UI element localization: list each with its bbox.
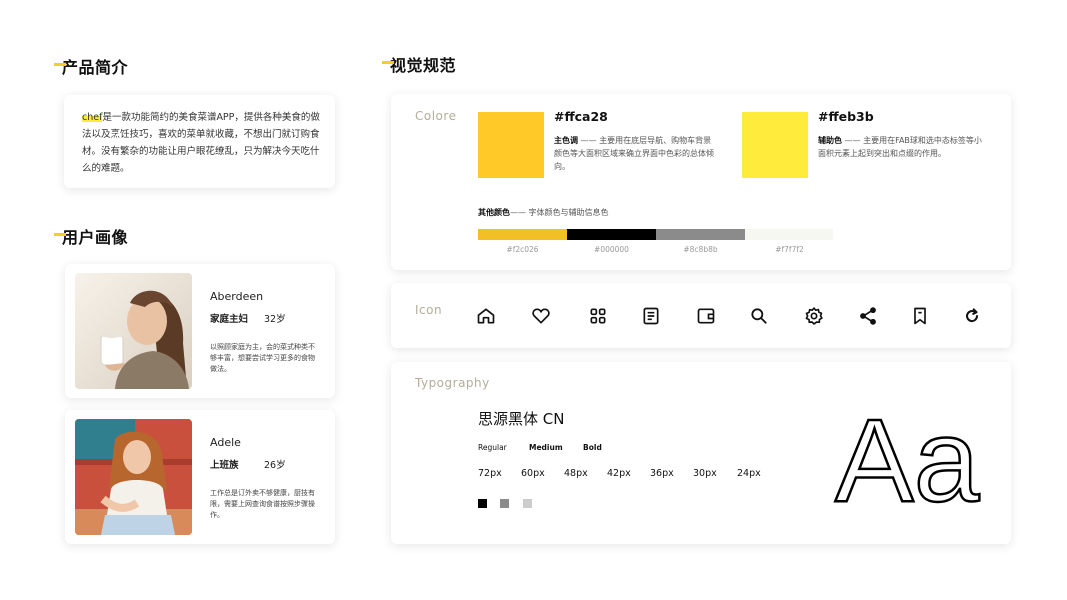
brand-highlight: chef: [82, 112, 103, 123]
user-name: Adele: [210, 436, 241, 449]
typeface-sample: Aa: [834, 406, 981, 506]
font-size-label: 42px: [607, 468, 631, 479]
user-role: 上班族: [210, 460, 239, 471]
color-bar-label: #f7f7f2: [775, 245, 804, 254]
font-size-label: 36px: [650, 468, 674, 479]
font-size-label: 48px: [564, 468, 588, 479]
typography-label: Typography: [415, 376, 490, 390]
wallet-icon[interactable]: [696, 306, 716, 326]
color-label: Colore: [415, 109, 457, 123]
user-role: 家庭主妇: [210, 314, 249, 325]
search-icon[interactable]: [749, 306, 769, 326]
heart-icon[interactable]: [531, 306, 551, 326]
bookmark-icon[interactable]: [910, 306, 930, 326]
text-color-dot-black: [478, 499, 487, 508]
title-accent-mark: [54, 233, 66, 236]
color-bar-gold: [478, 229, 567, 240]
user-name: Aberdeen: [210, 290, 264, 303]
font-size-label: 30px: [693, 468, 717, 479]
product-intro-title: 产品简介: [54, 54, 128, 78]
font-weight-bold: Bold: [583, 443, 602, 452]
color-spec-card: Colore #ffca28 主色调 —— 主要用在底层导航、购物车背景颜色等大…: [391, 94, 1011, 270]
text-color-dot-grey: [500, 499, 509, 508]
font-weight-regular: Regular: [478, 443, 507, 452]
color-bar-grey: [656, 229, 745, 240]
product-intro-card: chef是一款功能简约的美食菜谱APP，提供各种美食的做法以及烹饪技巧，喜欢的菜…: [64, 95, 335, 188]
gear-icon[interactable]: [804, 306, 824, 326]
secondary-color-hex: #ffeb3b: [818, 109, 874, 124]
secondary-color-swatch: [742, 112, 808, 178]
font-weight-medium: Medium: [529, 443, 563, 452]
home-icon[interactable]: [476, 306, 496, 326]
title-accent-mark: [54, 63, 66, 66]
user-persona-title: 用户画像: [54, 224, 128, 248]
font-size-label: 24px: [737, 468, 761, 479]
product-intro-text: chef是一款功能简约的美食菜谱APP，提供各种美食的做法以及烹饪技巧，喜欢的菜…: [82, 112, 320, 174]
color-bar-offwhite: [745, 229, 833, 240]
svg-text:Aa: Aa: [835, 406, 980, 506]
font-name: 思源黑体 CN: [478, 410, 565, 428]
list-document-icon[interactable]: [641, 306, 661, 326]
font-size-label: 60px: [521, 468, 545, 479]
font-size-label: 72px: [478, 468, 502, 479]
user-age: 32岁: [264, 314, 286, 325]
user-description: 以照顾家庭为主，会的菜式种类不够丰富，想要尝试学习更多的食物做法。: [210, 343, 315, 373]
primary-color-desc: 主色调 —— 主要用在底层导航、购物车背景颜色等大面积区域来确立界面中色彩的总体…: [554, 136, 714, 171]
icon-spec-card: Icon: [391, 283, 1011, 348]
color-bar-label: #8c8b8b: [683, 245, 718, 254]
title-accent-mark: [382, 61, 394, 64]
user-photo: [75, 419, 192, 535]
user-card: Adele 上班族 26岁 工作总是订外卖不够健康，厨技有限，需要上网查询食谱按…: [65, 410, 335, 544]
text-color-dot-light: [523, 499, 532, 508]
refresh-icon[interactable]: [962, 306, 982, 326]
typography-spec-card: Typography 思源黑体 CN Regular Medium Bold 7…: [391, 362, 1011, 544]
visual-spec-title: 视觉规范: [382, 52, 456, 76]
primary-color-swatch: [478, 112, 544, 178]
color-bar-label: #000000: [594, 245, 629, 254]
user-description: 工作总是订外卖不够健康，厨技有限，需要上网查询食谱按照步骤操作。: [210, 489, 315, 519]
color-bar-black: [567, 229, 656, 240]
icon-label: Icon: [415, 303, 443, 317]
user-photo: [75, 273, 192, 389]
primary-color-hex: #ffca28: [554, 109, 608, 124]
secondary-color-desc: 辅助色 —— 主要用在FAB球和选中态标签等小面积元素上起到突出和点缀的作用。: [818, 136, 982, 158]
other-colors-heading: 其他颜色—— 字体颜色与辅助信息色: [478, 208, 609, 217]
user-age: 26岁: [264, 460, 286, 471]
grid-icon[interactable]: [588, 306, 608, 326]
share-icon[interactable]: [858, 306, 878, 326]
color-bar-label: #f2c026: [506, 245, 539, 254]
user-card: Aberdeen 家庭主妇 32岁 以照顾家庭为主，会的菜式种类不够丰富，想要尝…: [65, 264, 335, 398]
